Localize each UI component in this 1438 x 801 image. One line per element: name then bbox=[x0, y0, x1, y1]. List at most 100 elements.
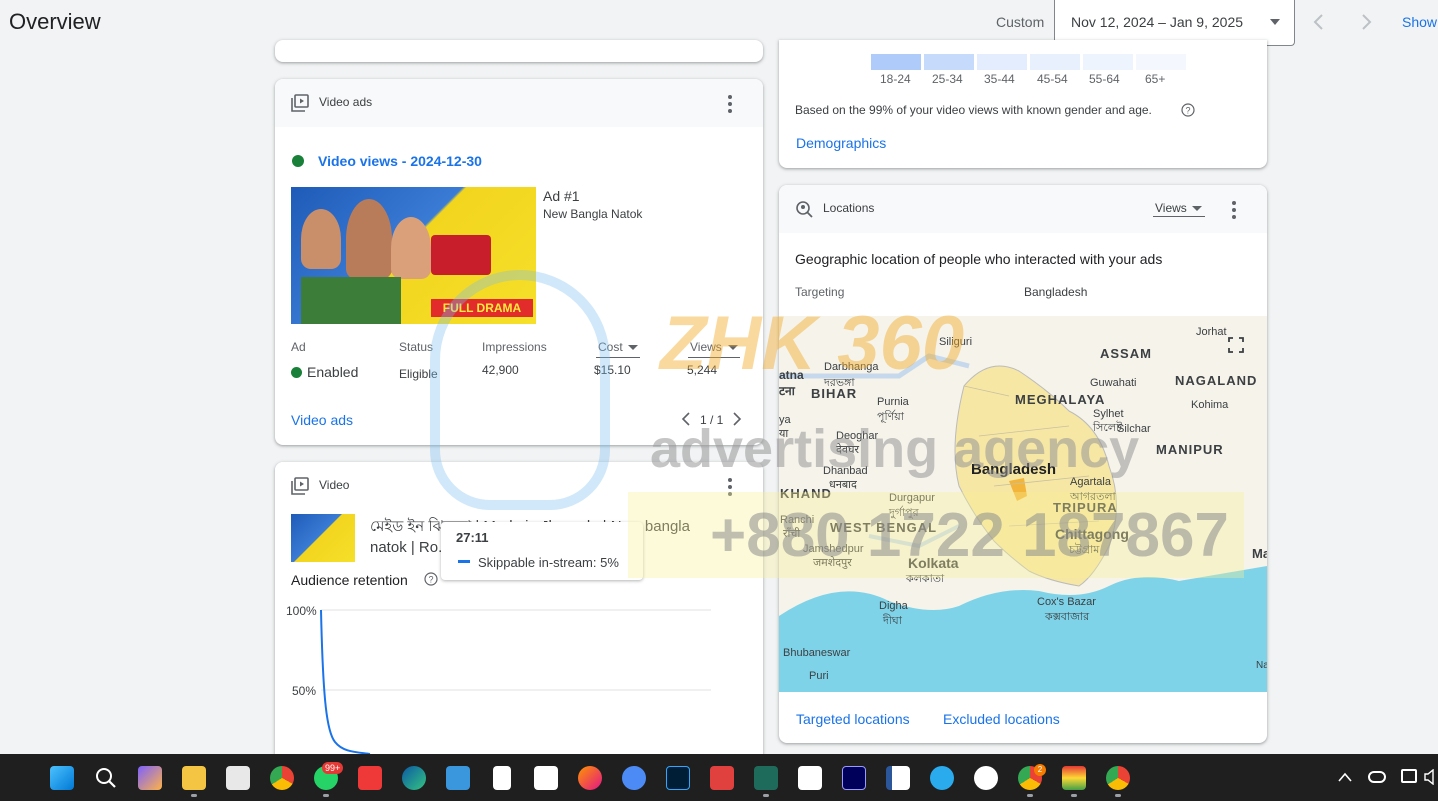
chevron-right-icon[interactable] bbox=[731, 412, 743, 426]
tooltip-time: 27:11 bbox=[456, 530, 489, 545]
store-icon[interactable] bbox=[446, 766, 470, 790]
demographics-card: 18-24 25-34 35-44 45-54 55-64 65+ Based … bbox=[779, 40, 1267, 168]
targeted-locations-link[interactable]: Targeted locations bbox=[796, 711, 910, 727]
age-label: 65+ bbox=[1145, 72, 1166, 86]
premiere-icon[interactable] bbox=[842, 766, 866, 790]
map-label: কলকাতা bbox=[906, 573, 945, 585]
vivaldi-icon[interactable] bbox=[358, 766, 382, 790]
copilot-icon[interactable] bbox=[138, 766, 162, 790]
thumbnail-figure bbox=[391, 217, 431, 279]
capcut-icon[interactable] bbox=[534, 766, 558, 790]
search-icon[interactable] bbox=[94, 766, 118, 790]
photoshop-icon[interactable] bbox=[666, 766, 690, 790]
volume-icon[interactable] bbox=[1424, 769, 1438, 785]
location-search-icon bbox=[796, 201, 813, 218]
terminal-icon[interactable] bbox=[754, 766, 778, 790]
column-header-ad: Ad bbox=[291, 340, 306, 354]
svg-text:?: ? bbox=[1186, 106, 1191, 116]
video-ads-link[interactable]: Video ads bbox=[291, 412, 353, 428]
retention-chart bbox=[320, 609, 711, 755]
thumbnail-banner: FULL DRAMA bbox=[431, 299, 533, 317]
locations-heading: Geographic location of people who intera… bbox=[795, 251, 1163, 267]
column-header-cost[interactable]: Cost bbox=[598, 340, 623, 354]
telegram-icon[interactable] bbox=[930, 766, 954, 790]
chevron-left-icon[interactable] bbox=[1309, 12, 1329, 32]
show-button[interactable]: Show bbox=[1402, 14, 1437, 30]
display-icon[interactable] bbox=[1401, 769, 1417, 783]
map-label: टना bbox=[779, 384, 795, 398]
age-bar bbox=[1030, 54, 1080, 70]
map-label: राँची bbox=[783, 528, 801, 540]
select-underline bbox=[1153, 216, 1205, 217]
chevron-down-icon bbox=[1270, 19, 1280, 25]
map-label: কক্সবাজার bbox=[1045, 611, 1090, 623]
column-header-impressions[interactable]: Impressions bbox=[482, 340, 547, 354]
map-label: BIHAR bbox=[811, 386, 858, 401]
chevron-right-icon[interactable] bbox=[1356, 12, 1376, 32]
tooltip-series: Skippable in-stream: 5% bbox=[478, 555, 619, 570]
demographics-link[interactable]: Demographics bbox=[796, 135, 886, 151]
capcut-icon[interactable] bbox=[798, 766, 822, 790]
column-header-views[interactable]: Views bbox=[690, 340, 722, 354]
onedrive-icon[interactable] bbox=[1368, 771, 1386, 783]
map-label: Digha bbox=[879, 600, 908, 612]
running-indicator bbox=[763, 794, 769, 797]
column-header-status: Status bbox=[399, 340, 434, 354]
map-label: MEGHALAYA bbox=[1015, 392, 1106, 407]
sync-app-icon[interactable] bbox=[622, 766, 646, 790]
snipping-tool-icon[interactable] bbox=[226, 766, 250, 790]
age-bar bbox=[871, 54, 921, 70]
ad-status: Eligible bbox=[399, 367, 438, 381]
word-icon[interactable] bbox=[886, 766, 910, 790]
chevron-left-icon[interactable] bbox=[680, 412, 692, 426]
age-bar bbox=[977, 54, 1027, 70]
anydesk-icon[interactable] bbox=[710, 766, 734, 790]
app-icon[interactable] bbox=[974, 766, 998, 790]
start-icon[interactable] bbox=[50, 766, 74, 790]
more-vert-icon[interactable] bbox=[728, 95, 732, 113]
age-bar bbox=[1136, 54, 1186, 70]
edge-icon[interactable] bbox=[402, 766, 426, 790]
chrome-icon[interactable] bbox=[270, 766, 294, 790]
map-label: পূর্ণিয়া bbox=[877, 411, 904, 423]
ad-thumbnail[interactable]: FULL DRAMA bbox=[291, 187, 536, 324]
map-label: Purnia bbox=[877, 396, 909, 408]
map-label: Deoghar bbox=[836, 430, 879, 442]
map-label: Durgapur bbox=[889, 492, 935, 504]
thumbnail-logo bbox=[431, 235, 491, 275]
enabled-dot-icon bbox=[291, 367, 302, 378]
file-explorer-icon[interactable] bbox=[182, 766, 206, 790]
more-vert-icon[interactable] bbox=[1232, 201, 1236, 219]
video-ads-card: Video ads Video views - 2024-12-30 FULL … bbox=[275, 79, 763, 445]
status-dot-icon bbox=[292, 155, 304, 167]
ad-state[interactable]: Enabled bbox=[307, 364, 358, 380]
map-label: Darbhanga bbox=[824, 361, 879, 373]
map-label: Chittagong bbox=[1055, 526, 1129, 542]
retention-line bbox=[320, 609, 371, 755]
chrome-icon[interactable] bbox=[1106, 766, 1130, 790]
help-icon[interactable]: ? bbox=[1181, 103, 1195, 117]
demographics-note: Based on the 99% of your video views wit… bbox=[795, 103, 1152, 117]
taskbar: 99+ 2 bbox=[0, 754, 1438, 801]
fullscreen-icon[interactable] bbox=[1228, 337, 1244, 353]
video-views-link[interactable]: Video views - 2024-12-30 bbox=[318, 153, 482, 169]
running-indicator bbox=[1027, 794, 1033, 797]
chrome-badge: 2 bbox=[1034, 764, 1046, 776]
map-label: Ranchi bbox=[780, 514, 815, 526]
winrar-icon[interactable] bbox=[1062, 766, 1086, 790]
map-label: Dhanbad bbox=[823, 465, 868, 477]
firefox-icon[interactable] bbox=[578, 766, 602, 790]
map-label: या bbox=[779, 428, 789, 440]
metric-select[interactable]: Views bbox=[1155, 201, 1187, 215]
running-indicator bbox=[1071, 794, 1077, 797]
excluded-locations-link[interactable]: Excluded locations bbox=[943, 711, 1060, 727]
video-library-icon bbox=[291, 94, 309, 112]
locations-card: Locations Views Geographic location of p… bbox=[779, 185, 1267, 743]
map-label: Ma bbox=[1252, 546, 1267, 561]
running-indicator bbox=[323, 794, 329, 797]
running-indicator bbox=[1115, 794, 1121, 797]
chevron-up-icon[interactable] bbox=[1338, 772, 1352, 782]
location-map[interactable]: Siliguri Jorhat ASSAM NAGALAND Darbhanga… bbox=[779, 316, 1267, 692]
map-label: Siliguri bbox=[939, 336, 973, 348]
notepad-icon[interactable] bbox=[493, 766, 511, 790]
